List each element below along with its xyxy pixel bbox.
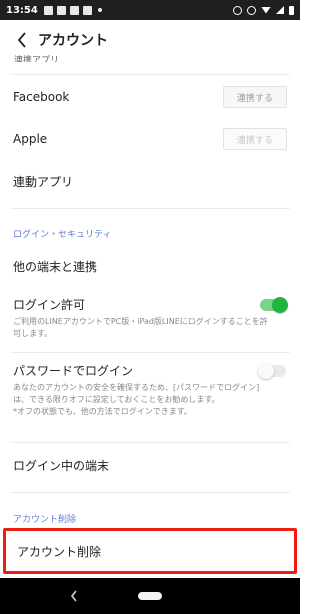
facebook-row: Facebook 連携する <box>0 84 300 110</box>
password-login-setting: パスワードでログイン あなたのアカウントの安全を確保するため、[パスワードでログ… <box>0 362 300 418</box>
login-permission-setting: ログイン許可 ご利用のLINEアカウントでPC版・iPad版LINEにログインす… <box>0 296 300 340</box>
login-permission-title: ログイン許可 <box>13 298 86 312</box>
notification-icon <box>56 5 66 15</box>
delete-account-label: アカウント削除 <box>17 544 102 559</box>
notification-icon <box>82 5 92 15</box>
other-devices-label: 他の端末と連携 <box>13 259 98 274</box>
divider <box>10 74 290 75</box>
logged-in-devices-label: ログイン中の端末 <box>13 458 110 473</box>
toggle-knob <box>272 297 288 313</box>
password-login-desc: あなたのアカウントの安全を確保するため、[パスワードでログイン]は、できる限りオ… <box>13 382 287 418</box>
signal-icon <box>276 6 284 14</box>
password-login-desc-text: あなたのアカウントの安全を確保するため、[パスワードでログイン]は、できる限りオ… <box>13 383 260 404</box>
section-header-account-delete: アカウント削除 <box>13 515 77 525</box>
delete-account-row[interactable]: アカウント削除 <box>3 528 297 574</box>
facebook-label: Facebook <box>13 90 70 104</box>
login-permission-toggle[interactable] <box>260 297 288 313</box>
nav-back-icon[interactable] <box>64 586 84 606</box>
battery-icon <box>289 5 294 15</box>
notification-icon <box>43 5 53 15</box>
page-title: アカウント <box>38 33 108 49</box>
divider <box>10 492 290 493</box>
status-bar: 13:54 <box>0 0 300 20</box>
logged-in-devices-row[interactable]: ログイン中の端末 <box>0 452 300 478</box>
wifi-icon <box>261 6 271 14</box>
apple-row: Apple 連携する <box>0 126 300 152</box>
divider <box>10 208 290 209</box>
linked-apps-label: 連動アプリ <box>13 174 74 189</box>
notification-icon <box>69 5 79 15</box>
system-nav-bar <box>0 578 300 614</box>
do-not-disturb-icon <box>247 5 256 15</box>
status-time: 13:54 <box>6 4 38 16</box>
other-devices-row[interactable]: 他の端末と連携 <box>0 253 300 279</box>
password-login-toggle[interactable] <box>258 363 286 379</box>
more-notifications-icon <box>97 8 102 12</box>
nav-home-button[interactable] <box>138 592 162 600</box>
section-header-login-security: ログイン・セキュリティ <box>13 230 112 240</box>
apple-link-button[interactable]: 連携する <box>223 128 287 150</box>
password-login-title: パスワードでログイン <box>13 364 134 378</box>
login-permission-desc: ご利用のLINEアカウントでPC版・iPad版LINEにログインすることを許可し… <box>13 317 268 338</box>
facebook-link-button[interactable]: 連携する <box>223 86 287 108</box>
password-login-note: *オフの状態でも、他の方法でログインできます。 <box>13 407 192 416</box>
toggle-knob <box>258 363 274 379</box>
partial-row-label: 連携アプリ <box>14 56 60 62</box>
apple-label: Apple <box>13 132 48 146</box>
divider <box>10 352 290 353</box>
linked-apps-row[interactable]: 連動アプリ <box>0 168 300 194</box>
divider <box>10 442 290 443</box>
sync-icon <box>233 5 242 15</box>
